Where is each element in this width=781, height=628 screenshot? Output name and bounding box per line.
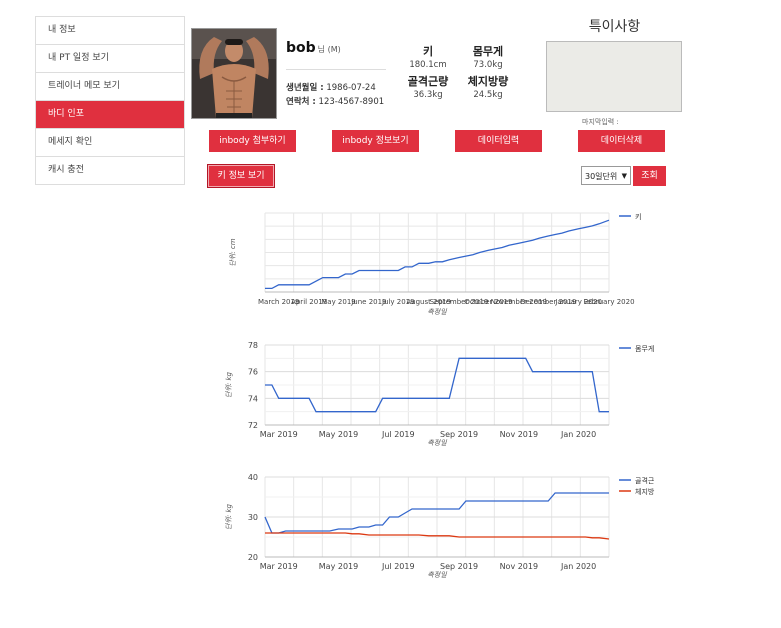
y-tick-label: 20 xyxy=(248,553,258,562)
sidebar-item-cash-charge[interactable]: 캐시 충전 xyxy=(36,157,184,184)
muscle-label: 골격근량 xyxy=(407,75,449,88)
muscle-value: 36.3kg xyxy=(413,90,443,100)
sidebar-item-messages[interactable]: 메세지 확인 xyxy=(36,129,184,157)
fat-label: 체지방량 xyxy=(467,75,509,88)
x-tick-label: January 2020 xyxy=(554,298,602,306)
legend-label: 체지방 xyxy=(635,487,655,496)
height-label: 키 xyxy=(422,45,434,58)
x-tick-label: August 2019 xyxy=(406,298,451,306)
fat-value: 24.5kg xyxy=(473,90,503,100)
y-tick-label: 30 xyxy=(248,513,258,522)
x-tick-label: Mar 2019 xyxy=(260,562,298,571)
legend-label: 몸무게 xyxy=(635,344,654,353)
x-tick-label: Jul 2019 xyxy=(381,562,415,571)
contact-row: 연락처 : 123-4567-8901 xyxy=(286,95,384,107)
sidebar-item-my-info[interactable]: 내 정보 xyxy=(36,17,184,45)
x-tick-label: May 2019 xyxy=(319,430,358,439)
period-select-value: 30일단위 xyxy=(585,172,618,181)
weight-label: 몸무게 xyxy=(472,45,504,58)
x-tick-label: March 2019 xyxy=(258,298,299,306)
inbody-view-button[interactable]: inbody 정보보기 xyxy=(332,130,419,152)
x-tick-label: Jan 2020 xyxy=(560,562,596,571)
series-line xyxy=(265,532,610,540)
legend-label: 키 xyxy=(635,212,641,221)
inbody-attach-button[interactable]: inbody 첨부하기 xyxy=(209,130,296,152)
series-line xyxy=(265,357,609,413)
y-axis-title: 단위: kg xyxy=(225,503,233,530)
y-axis-title: 단위: cm xyxy=(229,238,237,266)
y-tick-label: 76 xyxy=(248,368,258,377)
series-line xyxy=(264,492,609,534)
x-tick-label: September 2019 xyxy=(430,298,489,306)
data-delete-button[interactable]: 데이터삭제 xyxy=(578,130,665,152)
y-tick-label: 72 xyxy=(248,421,258,430)
x-tick-label: Sep 2019 xyxy=(440,562,478,571)
sidebar-item-body-info[interactable]: 바디 인포 xyxy=(36,101,184,129)
x-tick-label: Jul 2019 xyxy=(381,430,415,439)
birth-row: 생년월일 : 1986-07-24 xyxy=(286,81,376,93)
last-input-label: 마지막입력 : xyxy=(582,118,619,126)
contact-label: 연락처 : xyxy=(286,97,316,107)
height-value: 180.1cm xyxy=(409,60,447,70)
x-tick-label: Nov 2019 xyxy=(500,562,539,571)
legend-label: 골격근 xyxy=(635,477,655,485)
search-button[interactable]: 조회 xyxy=(633,166,666,186)
series-line xyxy=(265,219,610,290)
x-tick-label: October 2019 xyxy=(464,298,512,306)
height-view-button[interactable]: 키 정보 보기 xyxy=(207,164,275,188)
y-tick-label: 74 xyxy=(248,394,258,403)
x-tick-label: Jan 2020 xyxy=(560,430,596,439)
x-axis-title: 측정일 xyxy=(427,308,447,316)
period-select[interactable]: 30일단위 ▼ xyxy=(581,166,631,185)
x-axis-title: 측정일 xyxy=(427,439,447,447)
data-input-button[interactable]: 데이터입력 xyxy=(455,130,542,152)
x-tick-label: April 2019 xyxy=(291,298,327,306)
sidebar-item-pt-schedule[interactable]: 내 PT 일정 보기 xyxy=(36,45,184,73)
x-tick-label: June 2019 xyxy=(350,298,386,306)
x-tick-label: December 2019 xyxy=(520,298,576,306)
x-axis-title: 측정일 xyxy=(427,571,447,579)
x-tick-label: Sep 2019 xyxy=(440,430,478,439)
x-tick-label: February 2020 xyxy=(583,298,634,306)
sidebar-item-trainer-memo[interactable]: 트레이너 메모 보기 xyxy=(36,73,184,101)
x-tick-label: November 2019 xyxy=(491,298,547,306)
x-tick-label: Mar 2019 xyxy=(260,430,298,439)
x-tick-label: July 2019 xyxy=(381,298,415,306)
x-tick-label: May 2019 xyxy=(321,298,356,306)
notes-title: 특이사항 xyxy=(588,19,641,35)
member-name-text: bob xyxy=(286,40,316,56)
chevron-down-icon: ▼ xyxy=(621,172,627,180)
x-tick-label: May 2019 xyxy=(319,562,358,571)
x-tick-label: Nov 2019 xyxy=(500,430,539,439)
profile-photo xyxy=(191,28,277,119)
notes-textarea[interactable] xyxy=(546,41,682,112)
member-name: bob 님 (M) xyxy=(286,40,341,56)
birth-label: 생년월일 : xyxy=(286,83,324,93)
sidebar-menu: 내 정보 내 PT 일정 보기 트레이너 메모 보기 바디 인포 메세지 확인 … xyxy=(35,16,185,185)
member-name-suffix: 님 (M) xyxy=(317,45,341,54)
birth-value: 1986-07-24 xyxy=(326,83,376,93)
y-axis-title: 단위: kg xyxy=(225,371,233,398)
divider xyxy=(286,69,386,70)
weight-value: 73.0kg xyxy=(473,60,503,70)
contact-value: 123-4567-8901 xyxy=(318,97,385,107)
y-tick-label: 78 xyxy=(248,341,258,350)
y-tick-label: 40 xyxy=(248,473,258,482)
